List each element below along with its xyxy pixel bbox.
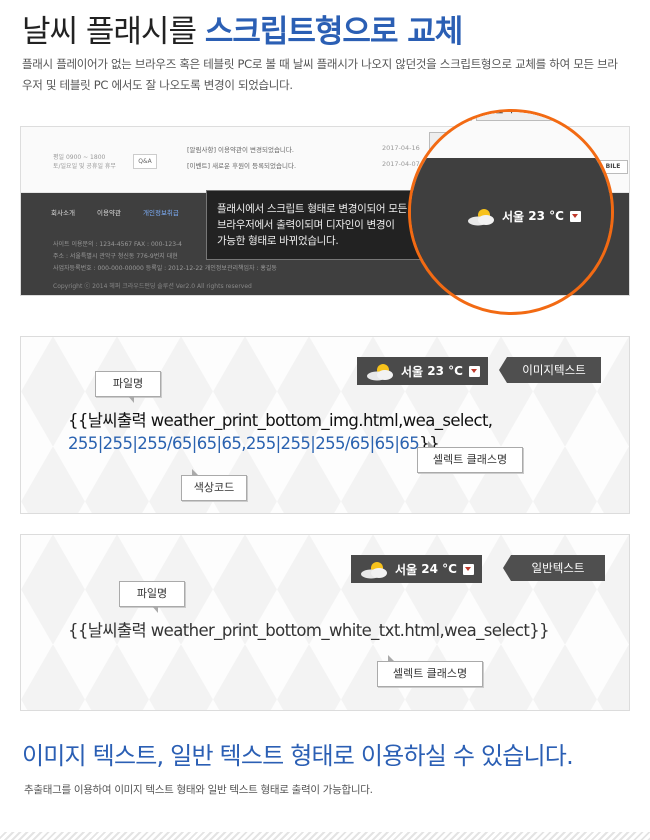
tooltip-line: 플래시에서 스크립트 형태로 변경이되어 모든 xyxy=(217,203,407,215)
weather-city: 서울 xyxy=(401,364,424,379)
weather-city: 서울 xyxy=(502,209,525,224)
code-prefix: {{날씨출력 weather_print_bottom_img.html,wea… xyxy=(68,411,493,430)
weather-city: 서울 xyxy=(395,562,418,577)
example-panel-plain-text: 서울 24 °C 일반텍스트 파일명 {{날씨출력 weather_print_… xyxy=(20,534,630,711)
qa-button[interactable]: Q&A xyxy=(133,154,157,169)
code-colors: 255|255|255/65|65|65,255|255|255/65|65|6… xyxy=(68,434,420,453)
tooltip-line: 가능한 형태로 바뀌었습니다. xyxy=(217,235,339,247)
zoom-result-button[interactable]: 결과보기 xyxy=(476,112,552,121)
notice-text: [알림사항] 이용약관이 변경되었습니다. xyxy=(187,146,294,154)
dropdown-caret-icon[interactable] xyxy=(462,563,474,575)
title-plain: 날씨 플래시를 xyxy=(22,14,205,50)
notice-item[interactable]: [이벤트] 새로운 후원이 등록되었습니다. 2017-04-07 xyxy=(187,157,447,173)
intro-text: 플래시 플레이어가 없는 브라우즈 혹은 테블릿 PC로 볼 때 날씨 플래시가… xyxy=(22,57,618,92)
screenshot-weather-widget[interactable]: 서울 23 °C xyxy=(466,206,581,226)
sun-cloud-icon xyxy=(359,559,391,579)
image-text-tag: 이미지텍스트 xyxy=(499,357,601,383)
filename-label: 파일명 xyxy=(119,581,185,613)
notice-list: [알림사항] 이용약관이 변경되었습니다. 2017-04-16 [이벤트] 새로… xyxy=(187,141,447,173)
copyright: Copyright ⓒ 2014 헤퍼 크라우드펀딩 솔루션 Ver2.0 Al… xyxy=(53,283,252,290)
code-snippet-plain: {{날씨출력 weather_print_bottom_white_txt.ht… xyxy=(68,621,550,640)
section-subtitle: 추출태그를 이용하여 이미지 텍스트 형태와 일반 텍스트 형태로 출력이 가능… xyxy=(24,784,373,796)
select-class-label: 셀렉트 클래스명 xyxy=(377,655,483,687)
select-class-label: 셀렉트 클래스명 xyxy=(417,441,523,473)
example-panel-image-text: 서울 23 °C 이미지텍스트 파일명 {{날씨출력 weather_print… xyxy=(20,336,630,514)
weather-widget-image[interactable]: 서울 23 °C xyxy=(357,357,488,385)
notice-item[interactable]: [알림사항] 이용약관이 변경되었습니다. 2017-04-16 xyxy=(187,141,447,157)
hours-holiday: 토/일요일 및 공휴일 휴무 xyxy=(53,163,116,170)
business-hours: 평일 0900 ~ 1800 토/일요일 및 공휴일 휴무 xyxy=(53,153,116,171)
weather-temp: 23 °C xyxy=(528,209,564,223)
weather-temp: 24 °C xyxy=(421,562,457,576)
footer-links: 회사소개 이용약관 개인정보취급 xyxy=(51,207,199,217)
sun-cloud-icon xyxy=(365,361,397,381)
footer-link-terms[interactable]: 이용약관 xyxy=(97,209,121,217)
dropdown-caret-icon[interactable] xyxy=(468,365,480,377)
title-accent: 스크립트형으로 교체 xyxy=(204,14,463,50)
zoomed-area: 기 결과보기 BILE xyxy=(411,112,611,262)
weather-widget-plain[interactable]: 서울 24 °C xyxy=(351,555,482,583)
bottom-divider xyxy=(0,832,650,840)
zoom-partial-button[interactable]: 기 xyxy=(428,112,472,121)
page-title: 날씨 플래시를 스크립트형으로 교체 xyxy=(22,6,463,51)
dropdown-caret-icon[interactable] xyxy=(569,210,581,222)
hours-weekday: 평일 0900 ~ 1800 xyxy=(53,154,106,161)
color-code-label: 색상코드 xyxy=(181,469,247,501)
sun-cloud-icon xyxy=(466,206,498,226)
section-title: 이미지 텍스트, 일반 텍스트 형태로 이용하실 수 있습니다. xyxy=(22,742,574,770)
footer-info-line: 사업자등록번호 : 000-000-00000 등록일 : 2012-12-22… xyxy=(53,265,277,272)
weather-temp: 23 °C xyxy=(427,364,463,378)
filename-label: 파일명 xyxy=(95,371,161,403)
plain-text-tag: 일반텍스트 xyxy=(503,555,605,581)
footer-link-privacy[interactable]: 개인정보취급 xyxy=(143,209,179,217)
notice-text: [이벤트] 새로운 후원이 등록되었습니다. xyxy=(187,162,297,170)
tooltip-line: 브라우저에서 출력이되며 디자인이 변경이 xyxy=(217,219,395,231)
footer-link-company[interactable]: 회사소개 xyxy=(51,209,75,217)
